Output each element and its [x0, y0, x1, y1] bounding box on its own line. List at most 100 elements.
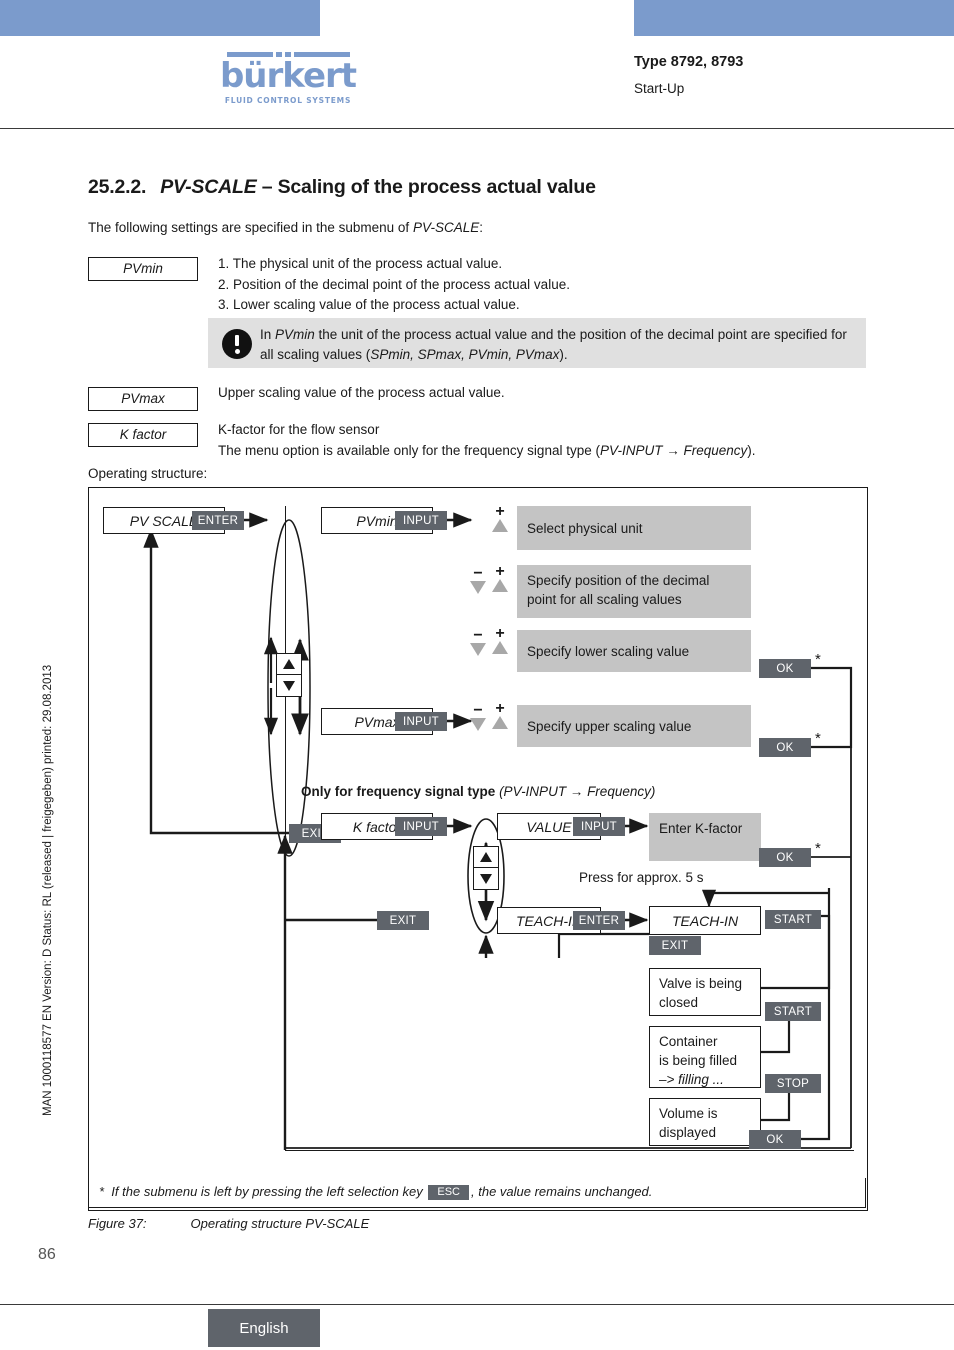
- intro-italic: PV-SCALE: [412, 220, 480, 235]
- asterisk-3: *: [815, 840, 821, 857]
- intro-paragraph: The following settings are specified in …: [88, 220, 483, 235]
- key-up-button[interactable]: [473, 846, 499, 868]
- key-down-button[interactable]: [473, 868, 499, 890]
- note-pre: In: [260, 327, 276, 342]
- desc-lower-scaling: Specify lower scaling value: [517, 630, 751, 672]
- key-start-1[interactable]: START: [765, 910, 821, 929]
- document-type-title: Type 8792, 8793: [634, 54, 744, 70]
- section-title-rest: – Scaling of the process actual value: [261, 176, 596, 198]
- document-metadata-vertical: MAN 1000118577 EN Version: D Status: RL …: [42, 664, 54, 1116]
- footnote-text: * If the submenu is left by pressing the…: [99, 1184, 652, 1200]
- nav-key-pair-main[interactable]: [276, 653, 302, 697]
- intro-pre: The following settings are specified in …: [88, 220, 413, 235]
- key-start-2[interactable]: START: [765, 1002, 821, 1021]
- note-text: In PVmin the unit of the process actual …: [260, 325, 856, 364]
- frequency-note: Only for frequency signal type (PV-INPUT…: [301, 783, 655, 801]
- triangle-up-icon: [492, 641, 508, 654]
- key-input-2[interactable]: INPUT: [395, 712, 447, 731]
- tag-pvmin: PVmin: [88, 257, 198, 281]
- key-esc[interactable]: ESC: [428, 1185, 469, 1200]
- key-input-4[interactable]: INPUT: [573, 817, 625, 836]
- document-subtitle: Start-Up: [634, 81, 685, 96]
- footnote-strip: * If the submenu is left by pressing the…: [88, 1178, 866, 1208]
- footnote-pre: If the submenu is left by pressing the l…: [111, 1184, 423, 1199]
- figure-title: Operating structure PV-SCALE: [190, 1216, 370, 1231]
- key-stop[interactable]: STOP: [765, 1074, 821, 1093]
- asterisk-2: *: [815, 730, 821, 747]
- key-input-1[interactable]: INPUT: [395, 511, 447, 530]
- triangle-up-icon: [492, 579, 508, 592]
- key-input-3[interactable]: INPUT: [395, 817, 447, 836]
- triangle-down-icon: [470, 581, 486, 594]
- frequency-note-bold: Only for frequency signal type: [301, 784, 496, 799]
- note-italic-2: SPmin, SPmax, PVmin, PVmax: [370, 346, 560, 362]
- triangle-up-icon: [283, 659, 295, 669]
- asterisk-1: *: [815, 651, 821, 668]
- kfactor-line-2: The menu option is available only for th…: [218, 441, 756, 462]
- intro-post: :: [479, 220, 483, 235]
- key-enter[interactable]: ENTER: [192, 511, 244, 530]
- upper-scaling-paragraph: Upper scaling value of the process actua…: [218, 385, 505, 400]
- figure-caption: Figure 37: Operating structure PV-SCALE: [88, 1216, 369, 1231]
- header-accent-bar-left: [0, 0, 320, 36]
- footnote-post: , the value remains unchanged.: [471, 1184, 653, 1199]
- footnote-star: *: [99, 1184, 105, 1199]
- list-item: 1. The physical unit of the process actu…: [218, 256, 503, 271]
- section-heading: 25.2.2. PV-SCALE – Scaling of the process…: [88, 176, 596, 199]
- footer-divider: [0, 1304, 954, 1305]
- node-teach-in-2[interactable]: TEACH-IN: [649, 906, 761, 935]
- note-italic-1: PVmin: [275, 327, 315, 342]
- note-post: ).: [559, 346, 568, 362]
- container-line-1: Container: [659, 1034, 718, 1049]
- key-cluster-minus-plus-2: − +: [469, 625, 517, 670]
- desc-enter-kfactor: Enter K-factor: [649, 813, 761, 861]
- container-line-2: is being filled: [659, 1053, 738, 1068]
- key-ok-2[interactable]: OK: [759, 738, 811, 757]
- tag-k-factor: K factor: [88, 423, 198, 447]
- triangle-down-icon: [480, 873, 492, 884]
- triangle-up-icon: [492, 716, 508, 729]
- language-badge: English: [208, 1309, 320, 1347]
- status-container-filling: Container is being filled –> filling ...: [649, 1026, 761, 1088]
- operating-structure-label: Operating structure:: [88, 466, 208, 481]
- note-callout: In PVmin the unit of the process actual …: [208, 318, 866, 368]
- header-accent-bar-right: [634, 0, 954, 36]
- key-up-button[interactable]: [276, 653, 302, 675]
- status-volume-displayed: Volume is displayed: [649, 1098, 761, 1146]
- desc-decimal-point: Specify position of the decimal point fo…: [517, 565, 751, 618]
- desc-select-unit: Select physical unit: [517, 506, 751, 550]
- triangle-down-icon: [470, 643, 486, 656]
- logo-wordmark: bürkert: [219, 56, 357, 96]
- kfactor-paragraph: K-factor for the flow sensor The menu op…: [218, 420, 756, 461]
- key-exit-3[interactable]: EXIT: [649, 936, 701, 955]
- key-enter-2[interactable]: ENTER: [573, 911, 625, 930]
- section-title-italic: PV-SCALE: [160, 176, 257, 198]
- list-item: 3. Lower scaling value of the process ac…: [218, 297, 520, 312]
- figure-label: Figure 37:: [88, 1216, 147, 1231]
- kfactor-italic: PV-INPUT → Frequency: [599, 442, 748, 458]
- list-item: 2. Position of the decimal point of the …: [218, 276, 570, 292]
- key-ok-1[interactable]: OK: [759, 659, 811, 678]
- plus-sign: +: [495, 563, 505, 580]
- triangle-up-icon: [492, 519, 508, 532]
- settings-list: 1. The physical unit of the process actu…: [218, 254, 570, 316]
- minus-sign: −: [473, 627, 483, 644]
- page-number: 86: [38, 1246, 56, 1263]
- minus-sign: −: [473, 565, 483, 582]
- plus-sign: +: [495, 503, 505, 520]
- key-down-button[interactable]: [276, 675, 302, 697]
- key-ok-3[interactable]: OK: [759, 848, 811, 867]
- kfactor-post: ).: [747, 442, 756, 458]
- key-cluster-minus-plus-1: − +: [469, 563, 517, 608]
- nav-key-pair-secondary[interactable]: [473, 846, 499, 890]
- operating-structure-diagram: PV SCALE ENTER PVmin INPUT + Select phys…: [88, 487, 868, 1211]
- key-exit-2[interactable]: EXIT: [377, 911, 429, 930]
- key-ok-4[interactable]: OK: [749, 1130, 801, 1149]
- press-duration-label: Press for approx. 5 s: [579, 869, 704, 886]
- logo-tagline: FLUID CONTROL SYSTEMS: [224, 96, 352, 105]
- plus-sign: +: [495, 625, 505, 642]
- exclamation-circle-icon: [222, 329, 252, 359]
- desc-upper-scaling: Specify upper scaling value: [517, 705, 751, 747]
- press-duration-text: Press for approx. 5 s: [579, 870, 704, 885]
- kfactor-line-1: K-factor for the flow sensor: [218, 422, 380, 437]
